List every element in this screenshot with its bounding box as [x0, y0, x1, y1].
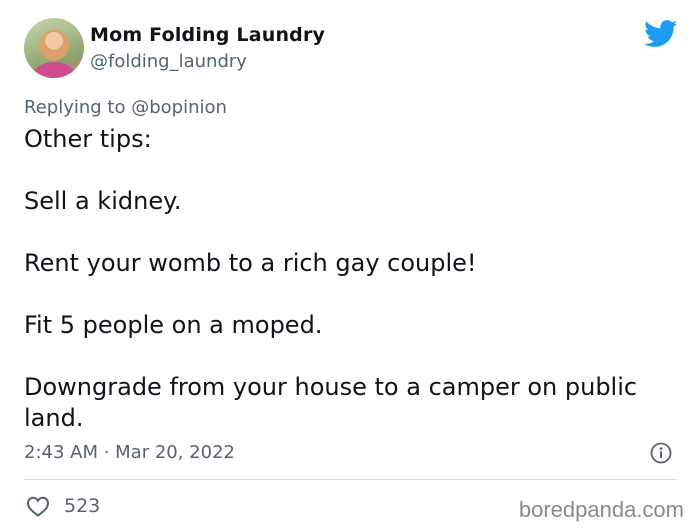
author-handle[interactable]: @folding_laundry — [90, 51, 247, 72]
tweet-line: Fit 5 people on a moped. — [24, 311, 323, 339]
info-icon[interactable] — [650, 442, 672, 464]
author-name[interactable]: Mom Folding Laundry — [90, 24, 325, 46]
watermark: boredpanda.com — [518, 497, 684, 522]
reply-mention-link[interactable]: @bopinion — [131, 97, 227, 118]
heart-icon[interactable] — [26, 495, 50, 517]
tweet-line: Other tips: — [24, 125, 152, 153]
tweet-line: Downgrade from your house to a camper on… — [24, 373, 638, 432]
twitter-bird-icon[interactable] — [644, 20, 678, 48]
divider — [24, 479, 676, 480]
tweet-line: Rent your womb to a rich gay couple! — [24, 249, 477, 277]
tweet-line: Sell a kidney. — [24, 187, 182, 215]
replying-to: Replying to @bopinion — [24, 97, 227, 118]
replying-to-label: Replying to — [24, 97, 132, 118]
tweet-text: Other tips: Sell a kidney. Rent your wom… — [24, 124, 684, 434]
tweet-timestamp[interactable]: 2:43 AM · Mar 20, 2022 — [24, 442, 235, 463]
tweet-card: Mom Folding Laundry @folding_laundry Rep… — [0, 0, 700, 532]
avatar[interactable] — [24, 18, 84, 78]
like-count: 523 — [64, 495, 101, 517]
